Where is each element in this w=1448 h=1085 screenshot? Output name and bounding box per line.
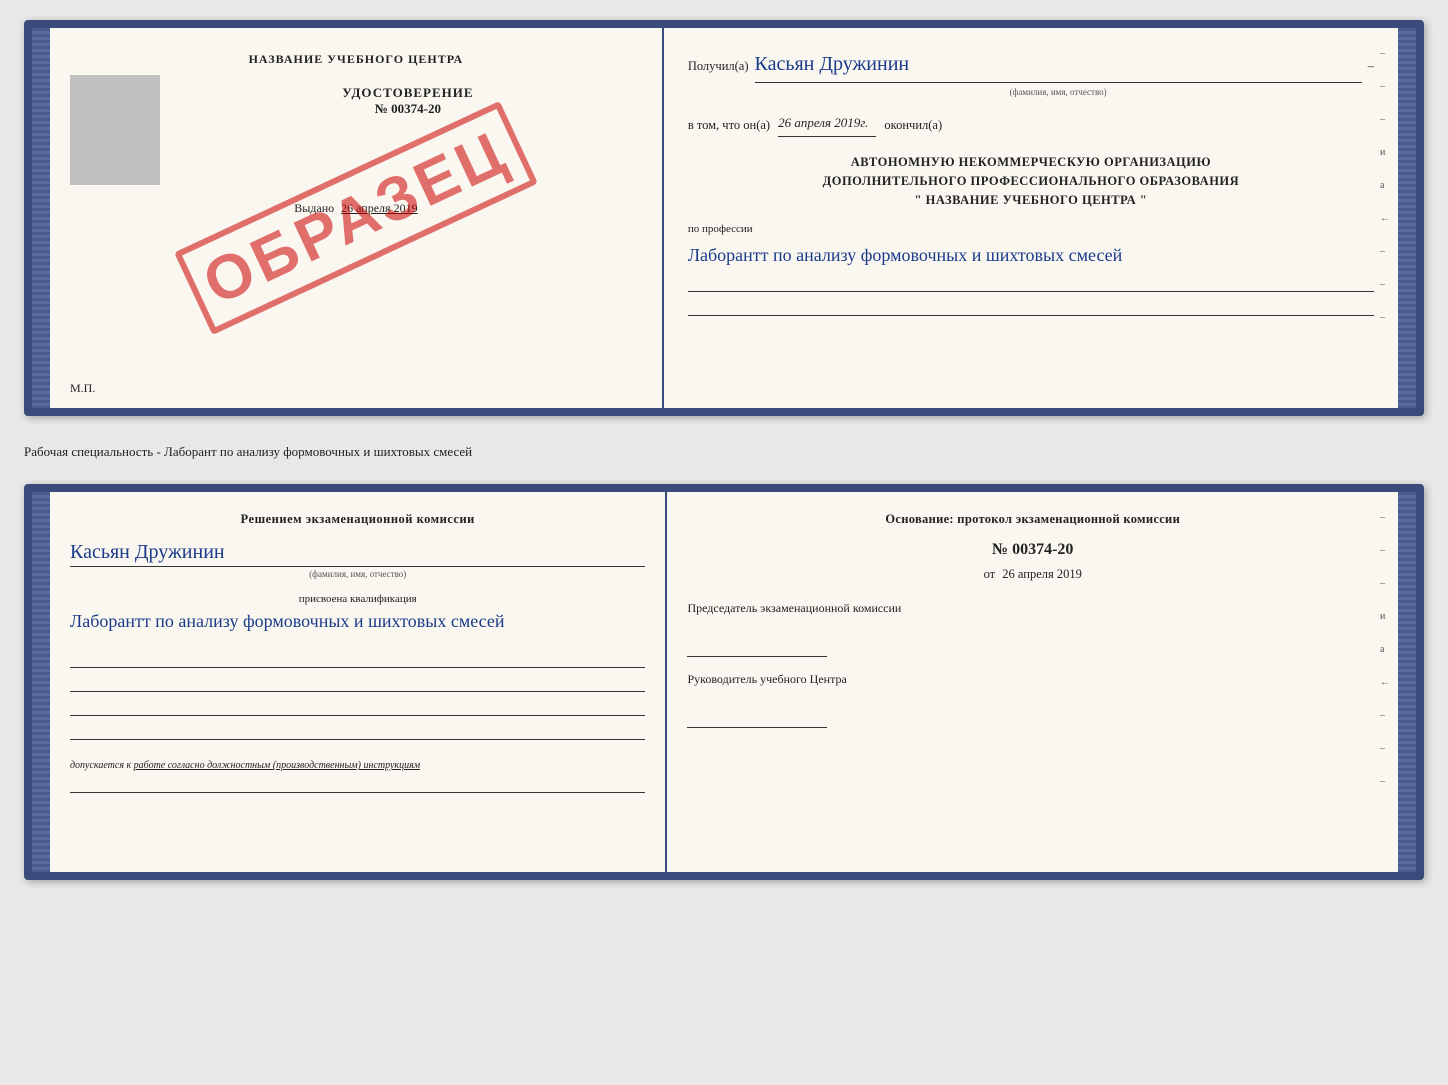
resheniem-header: Решением экзаменационной комиссии — [70, 512, 645, 527]
sig-line4 — [70, 722, 645, 740]
top-header: НАЗВАНИЕ УЧЕБНОГО ЦЕНТРА — [70, 52, 642, 67]
rukovoditel-block: Руководитель учебного Центра — [687, 671, 1378, 728]
sig-line3 — [70, 698, 645, 716]
fio-hint: (фамилия, имя, отчество) — [755, 85, 1362, 99]
bottom-document: Решением экзаменационной комиссии Касьян… — [24, 484, 1424, 880]
udost-number: № 00374-20 — [375, 101, 441, 117]
osnovaniye-label: Основание: протокол экзаменационной коми… — [687, 512, 1378, 527]
protocol-date: 26 апреля 2019 — [1002, 567, 1082, 581]
org-block: АВТОНОМНУЮ НЕКОММЕРЧЕСКУЮ ОРГАНИЗАЦИЮ ДО… — [688, 153, 1374, 209]
page-container: НАЗВАНИЕ УЧЕБНОГО ЦЕНТРА УДОСТОВЕРЕНИЕ №… — [24, 20, 1424, 880]
vydano-line: Выдано 26 апреля 2019 — [70, 201, 642, 216]
underline1 — [688, 274, 1374, 292]
top-left-page: НАЗВАНИЕ УЧЕБНОГО ЦЕНТРА УДОСТОВЕРЕНИЕ №… — [50, 28, 664, 408]
bottom-left-page: Решением экзаменационной комиссии Касьян… — [50, 492, 667, 872]
vtom-prefix: в том, что он(а) — [688, 115, 770, 135]
mp-label: М.П. — [70, 381, 95, 396]
prisvoena-label: присвоена квалификация — [70, 593, 645, 605]
vtom-line: в том, что он(а) 26 апреля 2019г. окончи… — [688, 113, 1374, 137]
top-document: НАЗВАНИЕ УЧЕБНОГО ЦЕНТРА УДОСТОВЕРЕНИЕ №… — [24, 20, 1424, 416]
po-professii-label: по профессии — [688, 221, 1374, 239]
spine-left — [32, 28, 50, 408]
photo-placeholder — [70, 75, 160, 185]
okonchil-label: окончил(а) — [884, 115, 942, 135]
bottom-spine-left — [32, 492, 50, 872]
predsedatel-block: Председатель экзаменационной комиссии — [687, 600, 1378, 657]
spine-right — [1398, 28, 1416, 408]
completion-date: 26 апреля 2019г. — [778, 113, 876, 137]
kvalifikatsiya-value: Лаборантт по анализу формовочных и шихто… — [70, 609, 645, 634]
bottom-right-page: Основание: протокол экзаменационной коми… — [667, 492, 1398, 872]
kasyan-name-line: Касьян Дружинин (фамилия, имя, отчество) — [70, 541, 645, 579]
bottom-spine-right — [1398, 492, 1416, 872]
top-right-page: Получил(а) Касьян Дружинин (фамилия, имя… — [664, 28, 1398, 408]
org-line3: " НАЗВАНИЕ УЧЕБНОГО ЦЕНТРА " — [688, 191, 1374, 210]
bottom-recipient-name: Касьян Дружинин — [70, 541, 645, 567]
right-page-content: Получил(а) Касьян Дружинин (фамилия, имя… — [688, 48, 1374, 316]
professiya-value: Лаборантт по анализу формовочных и шихто… — [688, 243, 1374, 268]
bottom-fio-hint: (фамилия, имя, отчество) — [70, 569, 645, 579]
udost-label: УДОСТОВЕРЕНИЕ — [342, 85, 473, 101]
vydano-date: 26 апреля 2019 — [341, 201, 417, 215]
dopusk-prefix: допускается к — [70, 760, 131, 771]
org-line2: ДОПОЛНИТЕЛЬНОГО ПРОФЕССИОНАЛЬНОГО ОБРАЗО… — [688, 172, 1374, 191]
signature-lines — [70, 644, 645, 746]
dopusk-text: работе согласно должностным (производств… — [134, 760, 420, 771]
bottom-right-margin-dashes: – – – и а ← – – – — [1380, 512, 1390, 787]
sig-line2 — [70, 674, 645, 692]
recipient-name: Касьян Дружинин — [755, 48, 1362, 83]
sig-line1 — [70, 650, 645, 668]
ot-prefix: от — [984, 567, 996, 581]
dopusk-underline — [70, 775, 645, 793]
dopuskaetsya-line: допускается к работе согласно должностны… — [70, 760, 645, 771]
org-line1: АВТОНОМНУЮ НЕКОММЕРЧЕСКУЮ ОРГАНИЗАЦИЮ — [688, 153, 1374, 172]
protocol-number: № 00374-20 — [687, 541, 1378, 559]
rukovoditel-label: Руководитель учебного Центра — [687, 671, 1378, 688]
underline2 — [688, 298, 1374, 316]
poluchil-line: Получил(а) Касьян Дружинин (фамилия, имя… — [688, 48, 1374, 99]
ot-date: от 26 апреля 2019 — [687, 567, 1378, 582]
right-margin-dashes: – – – и а ← – – – — [1380, 48, 1390, 323]
predsedatel-label: Председатель экзаменационной комиссии — [687, 600, 1378, 617]
rukovoditel-sig-line — [687, 708, 827, 728]
predsedatel-sig-line — [687, 637, 827, 657]
middle-specialty-text: Рабочая специальность - Лаборант по анал… — [24, 434, 1424, 466]
dash1: – — [1368, 56, 1374, 76]
poluchil-label: Получил(а) — [688, 56, 749, 76]
